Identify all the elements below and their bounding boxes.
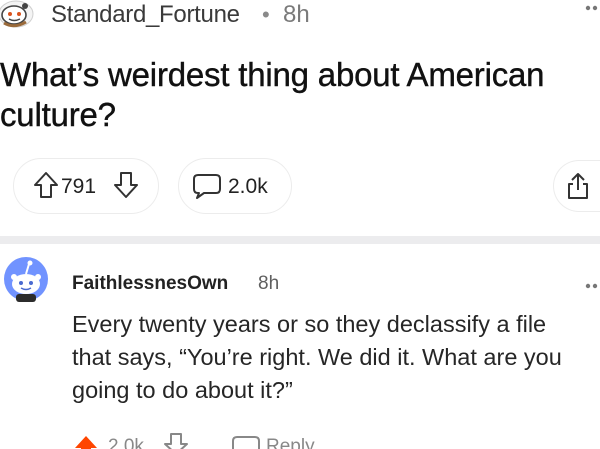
comment-text-line: going to do about it?” xyxy=(72,377,293,403)
comment-body: Every twenty years or so they declassify… xyxy=(72,308,600,407)
comment-text-line: Every twenty years or so they declassify… xyxy=(72,311,547,337)
post-title[interactable]: What’s weirdest thing about American cul… xyxy=(0,55,600,135)
downvote-arrow-icon[interactable] xyxy=(113,171,139,199)
reply-button[interactable]: Reply xyxy=(266,436,315,449)
downvote-arrow-icon[interactable] xyxy=(164,432,188,449)
section-divider xyxy=(0,236,600,244)
comment-text-line: that says, “You’re right. We did it. Wha… xyxy=(72,344,562,370)
upvote-arrow-icon[interactable] xyxy=(74,434,98,449)
snoo-avatar-icon[interactable] xyxy=(0,0,36,32)
post-title-line: culture? xyxy=(0,96,116,133)
speech-bubble-icon[interactable] xyxy=(231,435,261,449)
more-options-icon[interactable] xyxy=(583,280,600,292)
snoo-avatar-icon[interactable] xyxy=(2,254,50,304)
upvote-arrow-icon[interactable] xyxy=(33,171,59,199)
post-timestamp: 8h xyxy=(283,1,310,28)
post-comment-count: 2.0k xyxy=(228,175,268,198)
more-options-icon[interactable] xyxy=(583,2,600,16)
comment-vote-count: 2.0k xyxy=(108,436,144,449)
post-vote-count: 791 xyxy=(61,175,97,198)
comment-timestamp: 8h xyxy=(258,273,280,294)
share-icon[interactable] xyxy=(565,171,591,201)
post-author-username[interactable]: Standard_Fortune xyxy=(51,1,240,29)
speech-bubble-icon[interactable] xyxy=(192,172,222,200)
meta-separator: • xyxy=(262,2,270,27)
reddit-post-view: Standard_Fortune • 8h What’s weirdest th… xyxy=(0,0,600,449)
comment-author-username[interactable]: FaithlessnesOwn xyxy=(72,273,228,295)
post-header: Standard_Fortune • 8h xyxy=(0,0,600,36)
post-title-line: What’s weirdest thing about American xyxy=(0,56,545,93)
